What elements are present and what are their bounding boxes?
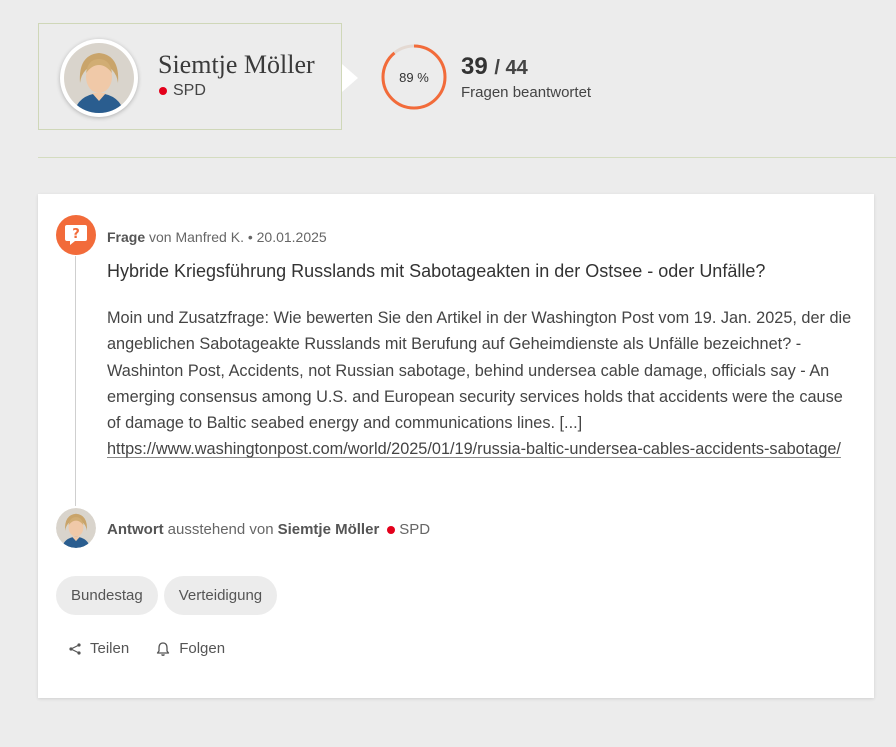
question-bubble-icon: ? xyxy=(56,215,96,255)
answer-label: Antwort xyxy=(107,521,164,538)
avatar xyxy=(60,39,138,117)
question-meta: Frage von Manfred K. • 20.01.2025 xyxy=(107,229,327,245)
party-dot xyxy=(387,525,396,534)
follow-button[interactable]: Folgen xyxy=(155,640,225,657)
share-label: Teilen xyxy=(90,640,130,657)
tag-verteidigung[interactable]: Verteidigung xyxy=(163,576,278,615)
question-meta-label: Frage xyxy=(107,229,146,245)
timeline-line xyxy=(75,256,76,506)
politician-card[interactable]: Siemtje Möller SPD xyxy=(38,23,358,130)
svg-text:?: ? xyxy=(72,227,80,242)
share-icon xyxy=(69,642,81,655)
answer-count: 39 / 44 xyxy=(461,53,528,81)
tag-list: Bundestag Verteidigung xyxy=(56,576,278,615)
question-card: ? Frage von Manfred K. • 20.01.2025 Hybr… xyxy=(38,194,874,698)
answer-count-label: Fragen beantwortet xyxy=(461,84,592,101)
answer-avatar xyxy=(56,508,96,548)
question-title[interactable]: Hybride Kriegsführung Russlands mit Sabo… xyxy=(107,261,765,282)
share-button[interactable]: Teilen xyxy=(68,640,129,657)
politician-party: SPD xyxy=(159,82,206,100)
answer-party: SPD xyxy=(399,521,431,538)
politician-name[interactable]: Siemtje Möller xyxy=(158,50,315,80)
page: Siemtje Möller SPD 89 % 39 / 44 Fragen b… xyxy=(0,0,896,747)
bell-icon xyxy=(157,641,170,656)
action-bar: Teilen Folgen xyxy=(68,640,225,657)
total-count: / 44 xyxy=(494,57,528,79)
question-meta-from: von Manfred K. • 20.01.2025 xyxy=(149,229,327,245)
answer-politician-name[interactable]: Siemtje Möller xyxy=(278,521,380,538)
answer-status-text: ausstehend von xyxy=(167,521,274,538)
answer-avatar-photo xyxy=(56,508,96,548)
tag-bundestag[interactable]: Bundestag xyxy=(56,576,158,615)
question-source-link[interactable]: https://www.washingtonpost.com/world/202… xyxy=(107,440,841,458)
divider xyxy=(38,157,896,158)
party-dot xyxy=(159,87,167,95)
question-body-text: Moin und Zusatzfrage: Wie bewerten Sie d… xyxy=(107,309,852,433)
avatar-photo xyxy=(64,43,134,113)
follow-label: Folgen xyxy=(179,640,226,657)
party-label: SPD xyxy=(173,82,206,99)
question-body: Moin und Zusatzfrage: Wie bewerten Sie d… xyxy=(107,305,859,463)
answered-count: 39 xyxy=(461,53,488,80)
answer-percent: 89 % xyxy=(399,69,429,85)
answer-status: Antwort ausstehend von Siemtje Möller SP… xyxy=(107,521,430,538)
